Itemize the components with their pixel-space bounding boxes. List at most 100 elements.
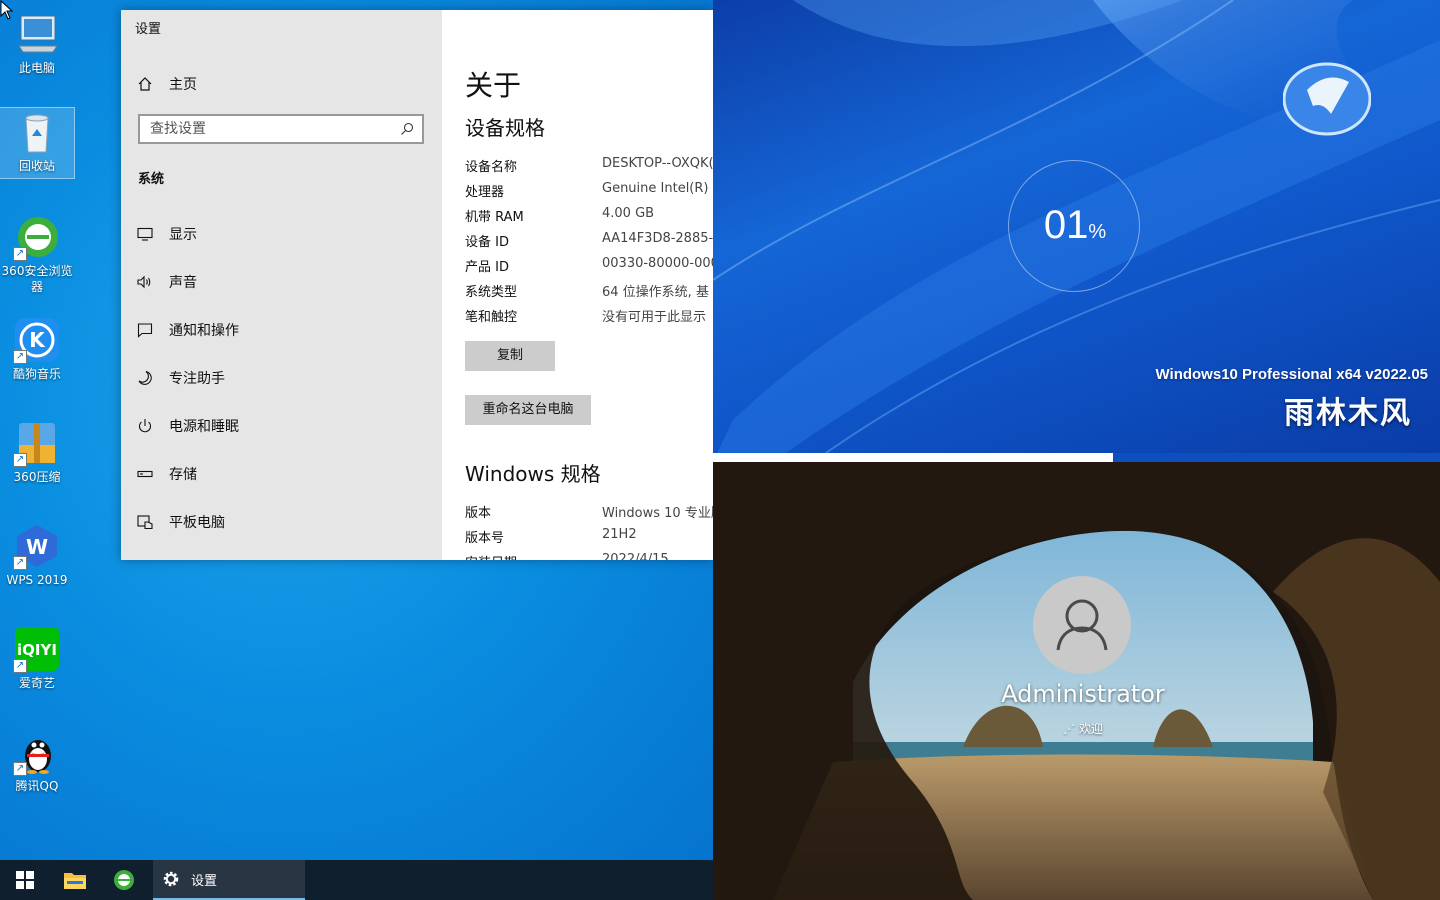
spec-row: 版本号 21H2 (465, 527, 713, 547)
nav-item-sound[interactable]: 声音 (137, 264, 427, 300)
windows-specs-heading: Windows 规格 (465, 462, 601, 486)
spec-row: 笔和触控 没有可用于此显示 (465, 306, 713, 326)
display-icon (137, 227, 153, 241)
nav-item-label: 电源和睡眠 (169, 419, 239, 435)
progress-ring: 01% (1008, 160, 1140, 292)
device-specs-heading: 设备规格 (465, 116, 545, 140)
nav-item-label: 专注助手 (169, 371, 225, 387)
taskbar-settings[interactable]: 设置 (153, 860, 305, 900)
desktop-icon-360-browser[interactable]: ↗ 360安全浏览器 (0, 213, 74, 295)
shortcut-arrow-icon: ↗ (13, 659, 27, 673)
spec-row: 设备名称 DESKTOP--OXQK( (465, 156, 713, 176)
shortcut-arrow-icon: ↗ (13, 762, 27, 776)
spec-row: 机带 RAM 4.00 GB (465, 206, 713, 226)
power-icon (139, 419, 151, 433)
nav-home[interactable]: 主页 (137, 74, 197, 94)
desktop-icon-iqiyi[interactable]: iQIYI ↗ 爱奇艺 (0, 625, 74, 691)
nav-item-label: 通知和操作 (169, 323, 239, 339)
home-icon (138, 77, 152, 91)
spec-row: 版本 Windows 10 专业版 (465, 502, 713, 522)
nav-item-storage[interactable]: 存储 (137, 456, 427, 492)
taskbar-360-browser[interactable] (100, 860, 148, 900)
nav-item-label: 存储 (169, 467, 197, 483)
qq-penguin-icon: ↗ (13, 728, 61, 776)
spec-key: 产品 ID (465, 260, 509, 275)
spec-key: 设备名称 (465, 160, 518, 175)
taskbar-settings-label: 设置 (191, 873, 218, 889)
spec-value: Genuine Intel(R) C (602, 181, 713, 196)
focus-moon-icon (138, 370, 152, 385)
nav-item-notifications[interactable]: 通知和操作 (137, 312, 427, 348)
spec-row: 产品 ID 00330-80000-000 (465, 256, 713, 276)
spec-key: 设备 ID (465, 235, 509, 250)
spec-key: 安装日期 (465, 552, 517, 560)
desktop-icon-label: 360安全浏览器 (1, 264, 73, 294)
start-button[interactable] (0, 860, 50, 900)
user-avatar[interactable] (1033, 576, 1131, 674)
taskbar-file-explorer[interactable] (50, 860, 100, 900)
welcome-text: 欢迎 (1078, 722, 1103, 736)
iqiyi-icon: iQIYI ↗ (13, 625, 61, 673)
spec-value: 没有可用于此显示 (602, 310, 707, 325)
svg-text:iQIYI: iQIYI (17, 641, 57, 659)
install-progress-bar (713, 453, 1440, 462)
spec-row: 设备 ID AA14F3D8-2885-4 (465, 231, 713, 251)
wps-icon: W ↗ (13, 522, 61, 570)
search-input[interactable] (140, 116, 390, 142)
spec-key: 版本号 (465, 531, 505, 546)
copy-button[interactable]: 复制 (465, 341, 555, 371)
rename-pc-button[interactable]: 重命名这台电脑 (465, 395, 591, 425)
notification-icon (137, 323, 153, 338)
svg-text:W: W (26, 535, 48, 559)
search-icon[interactable] (400, 122, 414, 136)
nav-item-focus-assist[interactable]: 专注助手 (137, 360, 427, 396)
nav-item-label: 声音 (169, 275, 197, 291)
window-title: 设置 (135, 22, 162, 37)
360-zip-icon: ↗ (13, 419, 61, 467)
nav-item-tablet[interactable]: 平板电脑 (137, 504, 427, 540)
install-progress-fill (713, 453, 1113, 462)
computer-icon (13, 10, 61, 58)
desktop-icon-this-pc[interactable]: 此电脑 (0, 10, 74, 76)
nav-item-display[interactable]: 显示 (137, 216, 427, 252)
desktop-icon-label: 此电脑 (18, 61, 55, 75)
lock-screen: Administrator ⋰ 欢迎 (713, 462, 1440, 900)
360-browser-icon (114, 870, 134, 890)
progress-percentage: 01% (1009, 203, 1141, 248)
brand-logo-text: 雨林木风 (1284, 396, 1412, 431)
version-text: Windows10 Professional x64 v2022.05 (1155, 366, 1429, 383)
spec-value: 2022/4/15 (602, 552, 669, 560)
desktop-icon-recycle-bin[interactable]: 回收站 (0, 107, 75, 179)
360-browser-icon: ↗ (13, 213, 61, 261)
search-box[interactable] (138, 114, 424, 144)
shortcut-arrow-icon: ↗ (13, 453, 27, 467)
spec-value: 4.00 GB (602, 206, 655, 221)
svg-text:K: K (29, 328, 46, 352)
desktop-icon-label: WPS 2019 (6, 573, 68, 587)
taskbar: 设置 (0, 860, 713, 900)
nav-item-label: 平板电脑 (169, 515, 225, 531)
spec-row: 系统类型 64 位操作系统, 基 (465, 281, 713, 301)
installer-screen: 01% Windows10 Professional x64 v2022.05 … (713, 0, 1440, 462)
recycle-bin-icon (13, 108, 61, 156)
progress-unit: % (1088, 221, 1107, 243)
desktop-icon-360-zip[interactable]: ↗ 360压缩 (0, 419, 74, 485)
settings-sidebar: 设置 主页 系统 显示 声 (121, 10, 442, 560)
shortcut-arrow-icon: ↗ (13, 247, 27, 261)
spec-key: 处理器 (465, 185, 505, 200)
tablet-icon (137, 515, 153, 530)
desktop-icon-wps[interactable]: W ↗ WPS 2019 (0, 522, 74, 588)
folder-icon (64, 873, 86, 889)
welcome-status: ⋰ 欢迎 (1033, 720, 1133, 737)
nav-item-power[interactable]: 电源和睡眠 (137, 408, 427, 444)
desktop-icon-kugou[interactable]: K ↗ 酷狗音乐 (0, 316, 74, 382)
spec-value: 21H2 (602, 527, 637, 542)
windows-logo-icon (16, 871, 34, 889)
storage-icon (137, 470, 153, 478)
desktop-icon-label: 360压缩 (13, 470, 61, 484)
username: Administrator (1001, 680, 1165, 708)
desktop-icon-label: 酷狗音乐 (12, 367, 61, 381)
shortcut-arrow-icon: ↗ (13, 556, 27, 570)
spec-row: 处理器 Genuine Intel(R) C (465, 181, 713, 201)
desktop-icon-qq[interactable]: ↗ 腾讯QQ (0, 728, 74, 794)
